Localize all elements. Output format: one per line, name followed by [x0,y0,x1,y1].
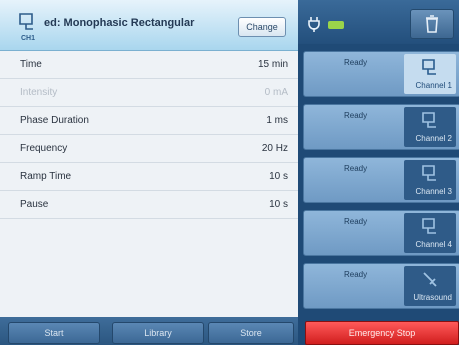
param-label: Intensity [20,87,58,98]
start-button[interactable]: Start [8,322,100,344]
param-row-intensity: Intensity 0 mA [0,79,298,107]
trash-icon [426,15,438,33]
channel-label: Channel 2 [415,134,452,143]
channel-icon-label: CH1 [21,35,35,42]
channel-card-ultrasound[interactable]: Ready Ultrasound [303,263,459,309]
program-header: CH1 ed: Monophasic Rectangular Change [0,0,298,51]
channel-status: Ready [344,58,368,67]
param-value: 20 Hz [261,143,288,154]
program-title: ed: Monophasic Rectangular [44,17,195,29]
channel-select-button[interactable]: Channel 1 [404,54,456,94]
ultrasound-probe-icon [423,272,437,287]
battery-icon [328,21,344,29]
param-row-phase-duration[interactable]: Phase Duration 1 ms [0,107,298,135]
channel-card-2[interactable]: Ready Channel 2 [303,104,459,150]
channel-card-3[interactable]: Ready Channel 3 [303,157,459,203]
channel-label: Channel 4 [415,240,452,249]
electrode-icon [422,218,436,234]
param-label: Time [20,59,42,70]
channel-card-1[interactable]: Ready Channel 1 [303,51,459,97]
param-value: 0 mA [264,87,288,98]
channel-label: Channel 1 [415,81,452,90]
channel-label: Channel 3 [415,187,452,196]
plug-icon [306,16,322,32]
channel-select-button[interactable]: Channel 3 [404,160,456,200]
electrode-icon [422,112,436,128]
param-row-ramp-time[interactable]: Ramp Time 10 s [0,163,298,191]
emergency-stop-button[interactable]: Emergency Stop [305,321,459,345]
store-button[interactable]: Store [208,322,294,344]
parameter-list: Time 15 min Intensity 0 mA Phase Duratio… [0,51,298,219]
param-label: Frequency [20,143,68,154]
param-label: Ramp Time [20,171,72,182]
trash-button[interactable] [410,9,454,39]
library-button[interactable]: Library [112,322,204,344]
channel-electrode-icon: CH1 [14,10,42,42]
electrode-icon [422,59,436,75]
param-row-time[interactable]: Time 15 min [0,51,298,79]
channel-select-button[interactable]: Channel 2 [404,107,456,147]
param-value: 10 s [269,199,288,210]
electrode-icon [422,165,436,181]
channel-label: Ultrasound [413,293,452,302]
param-row-frequency[interactable]: Frequency 20 Hz [0,135,298,163]
channel-select-button[interactable]: Ultrasound [404,266,456,306]
channel-status: Ready [344,164,368,173]
channel-status: Ready [344,217,368,226]
param-value: 1 ms [266,115,288,126]
channel-status: Ready [344,270,368,279]
change-button[interactable]: Change [238,17,286,37]
channel-status: Ready [344,111,368,120]
param-value: 10 s [269,171,288,182]
param-value: 15 min [257,59,288,70]
bottom-toolbar: Start Library Store [0,317,298,345]
channel-card-4[interactable]: Ready Channel 4 [303,210,459,256]
param-label: Phase Duration [20,115,89,126]
param-label: Pause [20,199,49,210]
channel-select-button[interactable]: Channel 4 [404,213,456,253]
param-row-pause[interactable]: Pause 10 s [0,191,298,219]
